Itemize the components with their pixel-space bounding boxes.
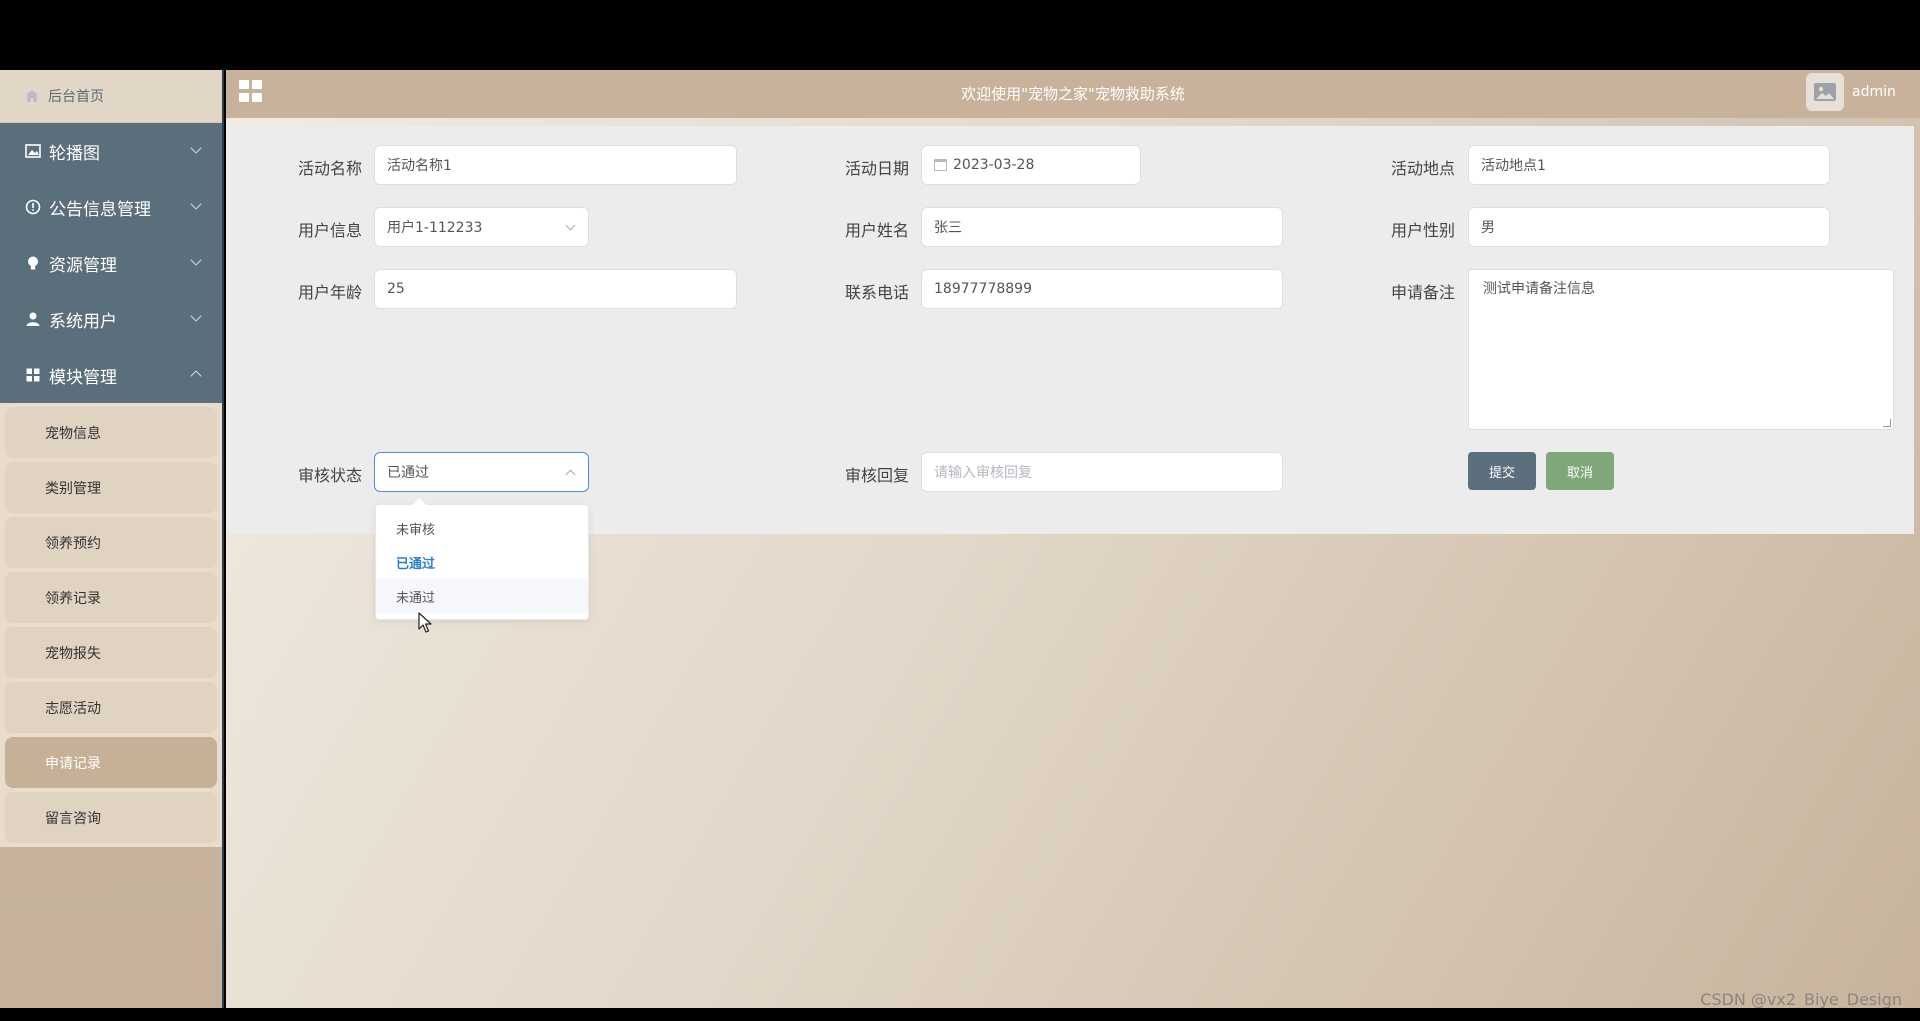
info-icon [24,198,42,216]
user-info-select[interactable]: 用户1-112233 [374,207,589,247]
username[interactable]: admin [1852,84,1896,100]
sidebar-home[interactable]: 后台首页 [0,70,222,123]
user-name-value: 张三 [934,220,962,236]
dropdown-option-pending[interactable]: 未审核 [376,511,588,545]
user-age-label: 用户年龄 [298,283,363,302]
chevron-down-icon [190,198,202,210]
user-icon [24,310,42,328]
sidebar: 后台首页 轮播图 公告信息管理 资源管理 系统用户 模块管理 宠物信息 类别管理… [0,70,224,1008]
review-status-dropdown: 未审核 已通过 未通过 [375,504,589,620]
sidebar-menu-carousel[interactable]: 轮播图 [0,123,222,179]
sidebar-submenu: 宠物信息 类别管理 领养预约 领养记录 宠物报失 志愿活动 申请记录 留言咨询 [0,403,222,847]
activity-place-label: 活动地点 [1391,159,1456,178]
review-reply-label: 审核回复 [845,466,910,485]
image-icon [24,142,42,160]
sidebar-item-pet-info[interactable]: 宠物信息 [5,407,217,458]
activity-name-input[interactable]: 活动名称1 [374,145,737,185]
phone-label: 联系电话 [845,283,910,302]
review-reply-placeholder: 请输入审核回复 [934,465,1032,481]
sidebar-menu-module[interactable]: 模块管理 [0,347,222,403]
resize-handle[interactable] [1883,419,1891,427]
activity-date-input[interactable]: 2023-03-28 [921,145,1141,185]
avatar[interactable] [1806,73,1844,111]
home-icon [24,88,40,104]
watermark: CSDN @vx2_Biye_Design [1700,990,1902,1009]
chevron-down-icon [565,220,576,231]
activity-name-label: 活动名称 [298,159,363,178]
top-black-bar [0,0,1920,70]
sidebar-item-volunteer[interactable]: 志愿活动 [5,682,217,733]
sidebar-item-message[interactable]: 留言咨询 [5,792,217,843]
review-reply-input[interactable]: 请输入审核回复 [921,452,1283,492]
sidebar-item-adoption-booking[interactable]: 领养预约 [5,517,217,568]
phone-input[interactable]: 18977778899 [921,269,1283,309]
sidebar-menu-label: 资源管理 [49,255,117,276]
sidebar-menu-resource[interactable]: 资源管理 [0,235,222,291]
activity-place-value: 活动地点1 [1481,158,1546,174]
chevron-down-icon [190,254,202,266]
chevron-up-icon [565,469,576,480]
sidebar-menu-label: 系统用户 [49,311,117,332]
lightbulb-icon [24,254,42,272]
sidebar-menu-label: 公告信息管理 [49,199,151,220]
sidebar-item-application-record[interactable]: 申请记录 [5,737,217,788]
user-info-value: 用户1-112233 [387,220,483,236]
sidebar-menu-system-user[interactable]: 系统用户 [0,291,222,347]
activity-name-value: 活动名称1 [387,158,452,174]
user-gender-input[interactable]: 男 [1468,207,1830,247]
review-status-value: 已通过 [387,465,429,481]
phone-value: 18977778899 [934,281,1032,297]
sidebar-home-label: 后台首页 [48,89,104,105]
dropdown-option-approved[interactable]: 已通过 [376,545,588,579]
sidebar-item-adoption-record[interactable]: 领养记录 [5,572,217,623]
review-status-label: 审核状态 [298,466,363,485]
remark-value: 测试申请备注信息 [1483,281,1595,297]
remark-textarea[interactable]: 测试申请备注信息 [1468,269,1894,430]
cancel-button[interactable]: 取消 [1546,452,1614,490]
activity-place-input[interactable]: 活动地点1 [1468,145,1830,185]
user-age-value: 25 [387,281,405,297]
dropdown-option-rejected[interactable]: 未通过 [376,579,588,613]
sidebar-item-pet-lost[interactable]: 宠物报失 [5,627,217,678]
mouse-cursor-icon [418,612,432,633]
calendar-icon [934,159,947,171]
chevron-up-icon [190,370,202,382]
user-name-input[interactable]: 张三 [921,207,1283,247]
sidebar-menu-notice[interactable]: 公告信息管理 [0,179,222,235]
chevron-down-icon [190,142,202,154]
header: 欢迎使用"宠物之家"宠物救助系统 admin [226,70,1920,118]
user-info-label: 用户信息 [298,221,363,240]
review-status-select[interactable]: 已通过 [374,452,589,492]
user-gender-value: 男 [1481,220,1495,236]
user-name-label: 用户姓名 [845,221,910,240]
remark-label: 申请备注 [1391,283,1456,302]
user-age-input[interactable]: 25 [374,269,737,309]
grid-icon [24,366,42,384]
sidebar-menu-label: 模块管理 [49,367,117,388]
chevron-down-icon [190,310,202,322]
sidebar-menu-group: 轮播图 公告信息管理 资源管理 系统用户 模块管理 [0,123,222,403]
submit-button[interactable]: 提交 [1468,452,1536,490]
bottom-black-bar [0,1008,1920,1021]
sidebar-item-category[interactable]: 类别管理 [5,462,217,513]
page-title: 欢迎使用"宠物之家"宠物救助系统 [961,85,1185,103]
activity-date-value: 2023-03-28 [953,157,1035,173]
sidebar-menu-label: 轮播图 [49,143,100,164]
activity-date-label: 活动日期 [845,159,910,178]
image-placeholder-icon [1814,83,1836,101]
user-gender-label: 用户性别 [1391,221,1456,240]
